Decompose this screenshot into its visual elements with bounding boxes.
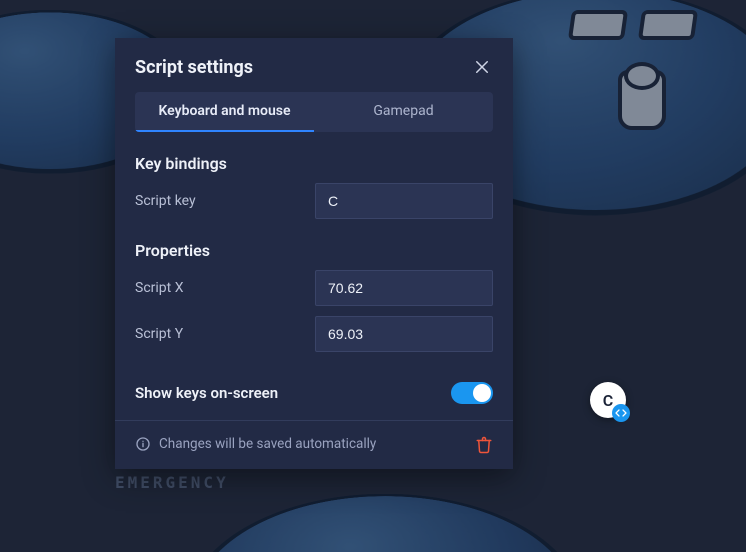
script-icon bbox=[612, 404, 630, 422]
input-script-y[interactable] bbox=[315, 316, 493, 352]
script-settings-dialog: Script settings Keyboard and mouse Gamep… bbox=[115, 38, 513, 469]
label-script-x: Script X bbox=[135, 280, 315, 296]
close-icon bbox=[473, 58, 491, 76]
tab-gamepad[interactable]: Gamepad bbox=[314, 92, 493, 132]
toggle-show-keys[interactable] bbox=[451, 382, 493, 404]
dialog-footer: Changes will be saved automatically bbox=[115, 420, 513, 469]
section-title-properties: Properties bbox=[135, 241, 493, 260]
emergency-label: EMERGENCY bbox=[115, 473, 229, 492]
tab-bar: Keyboard and mouse Gamepad bbox=[135, 92, 493, 132]
properties-section: Properties Script X Script Y bbox=[115, 241, 513, 352]
trash-icon bbox=[475, 435, 493, 455]
key-bindings-section: Key bindings Script key bbox=[115, 154, 513, 219]
input-script-x[interactable] bbox=[315, 270, 493, 306]
section-title-key-bindings: Key bindings bbox=[135, 154, 493, 173]
dialog-title: Script settings bbox=[135, 57, 253, 78]
row-show-keys: Show keys on-screen bbox=[115, 362, 513, 420]
toggle-knob bbox=[473, 384, 491, 402]
label-script-y: Script Y bbox=[135, 326, 315, 342]
label-script-key: Script key bbox=[135, 193, 315, 209]
close-button[interactable] bbox=[471, 56, 493, 78]
onscreen-key-letter: C bbox=[603, 391, 613, 410]
row-script-y: Script Y bbox=[135, 316, 493, 352]
row-script-x: Script X bbox=[135, 270, 493, 306]
tab-keyboard-and-mouse[interactable]: Keyboard and mouse bbox=[135, 92, 314, 132]
label-show-keys: Show keys on-screen bbox=[135, 384, 278, 402]
row-script-key: Script key bbox=[135, 183, 493, 219]
input-script-key[interactable] bbox=[315, 183, 493, 219]
delete-button[interactable] bbox=[475, 435, 493, 453]
info-icon bbox=[135, 436, 151, 452]
footer-note-text: Changes will be saved automatically bbox=[159, 436, 376, 452]
footer-note: Changes will be saved automatically bbox=[135, 436, 376, 452]
dialog-header: Script settings bbox=[115, 38, 513, 92]
onscreen-key-badge[interactable]: C bbox=[590, 382, 626, 418]
